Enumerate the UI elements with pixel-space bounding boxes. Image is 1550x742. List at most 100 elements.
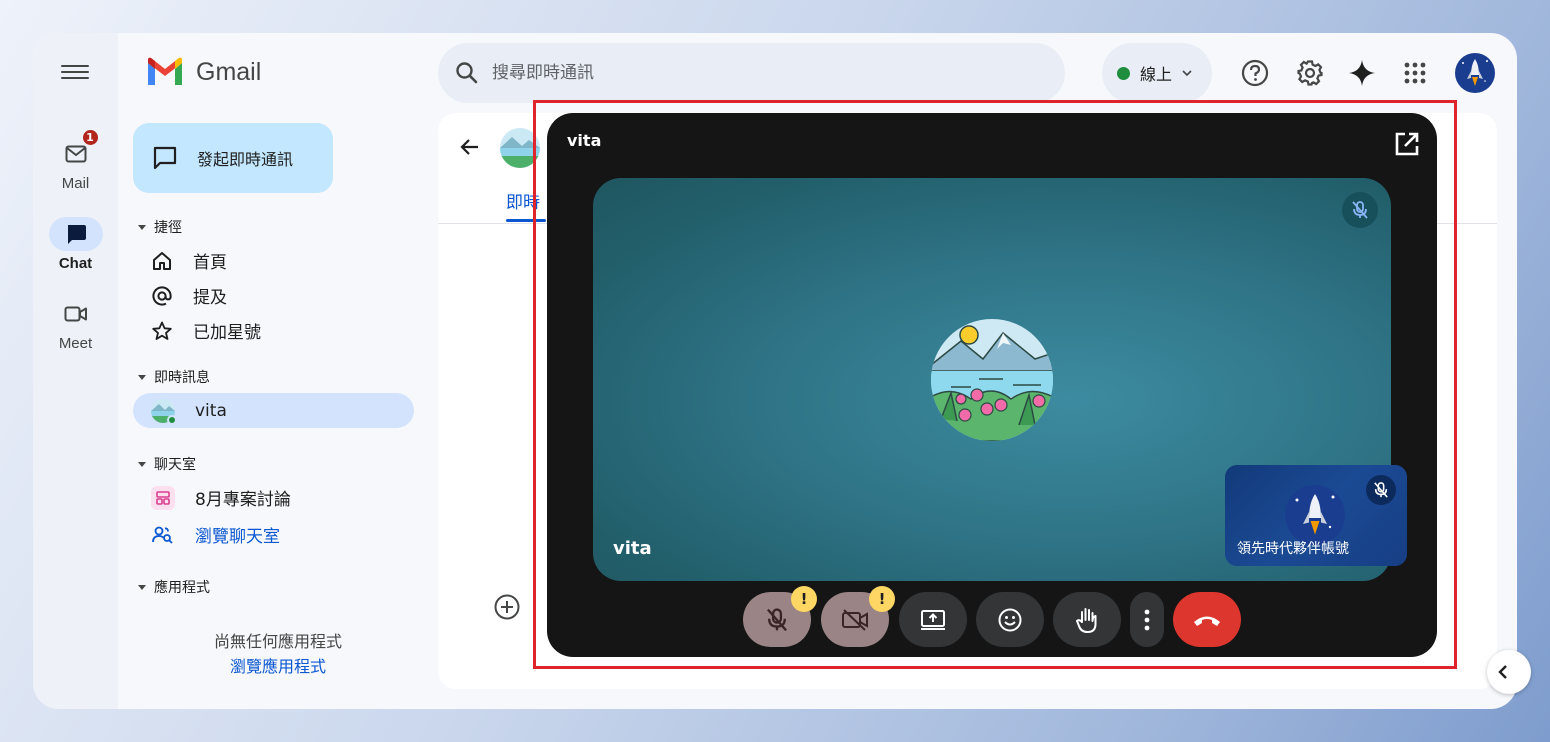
sparkle-icon xyxy=(1349,60,1375,86)
section-shortcuts[interactable]: 捷徑 xyxy=(138,217,182,237)
avatar xyxy=(500,128,540,168)
caret-down-icon xyxy=(138,584,146,590)
presence-status-button[interactable]: 線上 xyxy=(1102,43,1212,103)
online-status-icon xyxy=(1117,66,1130,80)
gear-icon xyxy=(1297,60,1323,86)
tab-chat[interactable]: 即時 xyxy=(506,188,540,213)
raise-hand-button[interactable] xyxy=(1053,592,1121,647)
warning-badge: ! xyxy=(869,586,895,612)
rail-label: Meet xyxy=(58,335,93,352)
back-button[interactable] xyxy=(458,135,482,163)
account-avatar[interactable] xyxy=(1455,53,1495,93)
gmail-logo[interactable]: Gmail xyxy=(146,57,261,87)
settings-button[interactable] xyxy=(1294,57,1326,89)
nav-item-label: vita xyxy=(195,400,227,421)
app-rail: 1 Mail Chat Meet xyxy=(33,33,118,709)
browse-spaces-link[interactable]: 瀏覽聊天室 xyxy=(133,517,414,552)
nav-item-label: 瀏覽聊天室 xyxy=(195,527,280,547)
camera-toggle-button[interactable]: ! xyxy=(821,586,895,647)
arrow-left-icon xyxy=(460,139,478,155)
present-screen-button[interactable] xyxy=(899,592,967,647)
section-heading: 捷徑 xyxy=(154,220,182,236)
app-launcher-icon xyxy=(1404,62,1426,84)
add-attachment-button[interactable] xyxy=(493,593,521,625)
microphone-toggle-button[interactable]: ! xyxy=(743,586,817,647)
open-in-new-icon xyxy=(1395,132,1419,156)
rail-item-mail[interactable]: 1 Mail xyxy=(33,128,118,192)
collapse-panel-button[interactable] xyxy=(1487,650,1531,694)
rail-item-meet[interactable]: Meet xyxy=(33,297,118,352)
search-icon[interactable] xyxy=(454,60,480,86)
people-search-icon xyxy=(152,526,173,544)
video-off-icon xyxy=(842,608,868,631)
main-menu-button[interactable] xyxy=(61,61,89,85)
gemini-button[interactable] xyxy=(1346,57,1378,89)
more-options-button[interactable] xyxy=(1130,592,1164,647)
online-dot xyxy=(167,414,177,425)
tab-indicator xyxy=(506,219,546,222)
space-item[interactable]: 8月專案討論 xyxy=(133,480,414,515)
menu-bar xyxy=(61,77,89,79)
section-direct-messages[interactable]: 即時訊息 xyxy=(138,367,210,387)
nav-item-starred[interactable]: 已加星號 xyxy=(133,313,414,348)
section-spaces[interactable]: 聊天室 xyxy=(138,454,196,474)
landscape-avatar-icon xyxy=(931,319,1053,441)
video-call-window: vita vita 領先時代夥伴帳號 ! ! xyxy=(547,113,1437,657)
start-chat-button[interactable]: 發起即時通訊 xyxy=(133,123,333,193)
participant-avatar xyxy=(931,319,1053,441)
mic-off-icon xyxy=(767,607,787,631)
new-chat-icon xyxy=(153,146,177,170)
rail-label: Chat xyxy=(58,255,93,272)
apps-grid-button[interactable] xyxy=(1399,57,1431,89)
star-icon xyxy=(152,321,172,340)
self-muted-indicator xyxy=(1366,475,1396,505)
status-label: 線上 xyxy=(1140,65,1173,84)
self-preview-tile[interactable]: 領先時代夥伴帳號 xyxy=(1225,465,1407,566)
more-vert-icon xyxy=(1144,609,1150,630)
rocket-avatar-icon xyxy=(1285,485,1345,545)
rail-pill xyxy=(49,297,103,331)
present-screen-icon xyxy=(921,609,945,630)
gmail-m-icon xyxy=(148,57,182,85)
section-apps[interactable]: 應用程式 xyxy=(138,577,210,597)
section-heading: 即時訊息 xyxy=(154,370,210,386)
call-controls: ! ! xyxy=(547,586,1437,647)
mic-off-icon xyxy=(1352,201,1368,219)
apps-empty-text: 尚無任何應用程式 xyxy=(213,632,342,651)
landscape-avatar-icon xyxy=(500,128,540,168)
home-icon xyxy=(153,251,171,270)
help-button[interactable] xyxy=(1239,57,1271,89)
browse-apps-link[interactable]: 瀏覽應用程式 xyxy=(118,654,438,679)
at-sign-icon xyxy=(152,285,172,306)
grid-icon xyxy=(156,490,170,505)
caret-down-icon xyxy=(138,224,146,230)
unread-badge: 1 xyxy=(80,128,100,147)
search-input[interactable] xyxy=(492,63,1032,83)
rail-pill: 1 xyxy=(49,128,103,171)
chat-icon xyxy=(67,225,86,244)
caret-down-icon xyxy=(138,461,146,467)
app-name: Gmail xyxy=(196,57,262,86)
chevron-down-icon xyxy=(1182,69,1192,76)
nav-item-label: 提及 xyxy=(193,288,227,308)
add-circle-icon xyxy=(494,594,520,620)
mail-icon xyxy=(65,145,86,163)
reactions-button[interactable] xyxy=(976,592,1044,647)
section-heading: 聊天室 xyxy=(154,457,196,473)
dm-item-vita[interactable]: vita xyxy=(133,393,414,428)
call-title: vita xyxy=(567,131,602,150)
nav-item-mentions[interactable]: 提及 xyxy=(133,278,414,313)
nav-item-home[interactable]: 首頁 xyxy=(133,243,414,278)
end-call-button[interactable] xyxy=(1173,592,1241,647)
apps-empty-state: 尚無任何應用程式 瀏覽應用程式 xyxy=(118,629,438,679)
caret-down-icon xyxy=(138,374,146,380)
rail-item-chat[interactable]: Chat xyxy=(33,217,118,272)
space-icon xyxy=(151,485,175,510)
emoji-icon xyxy=(998,608,1022,631)
open-in-new-window-button[interactable] xyxy=(1393,130,1421,162)
chevron-left-icon xyxy=(1498,665,1507,679)
mic-off-icon xyxy=(1374,482,1388,498)
section-heading: 應用程式 xyxy=(154,580,210,596)
self-avatar xyxy=(1285,485,1345,545)
rocket-avatar-icon xyxy=(1455,53,1495,93)
